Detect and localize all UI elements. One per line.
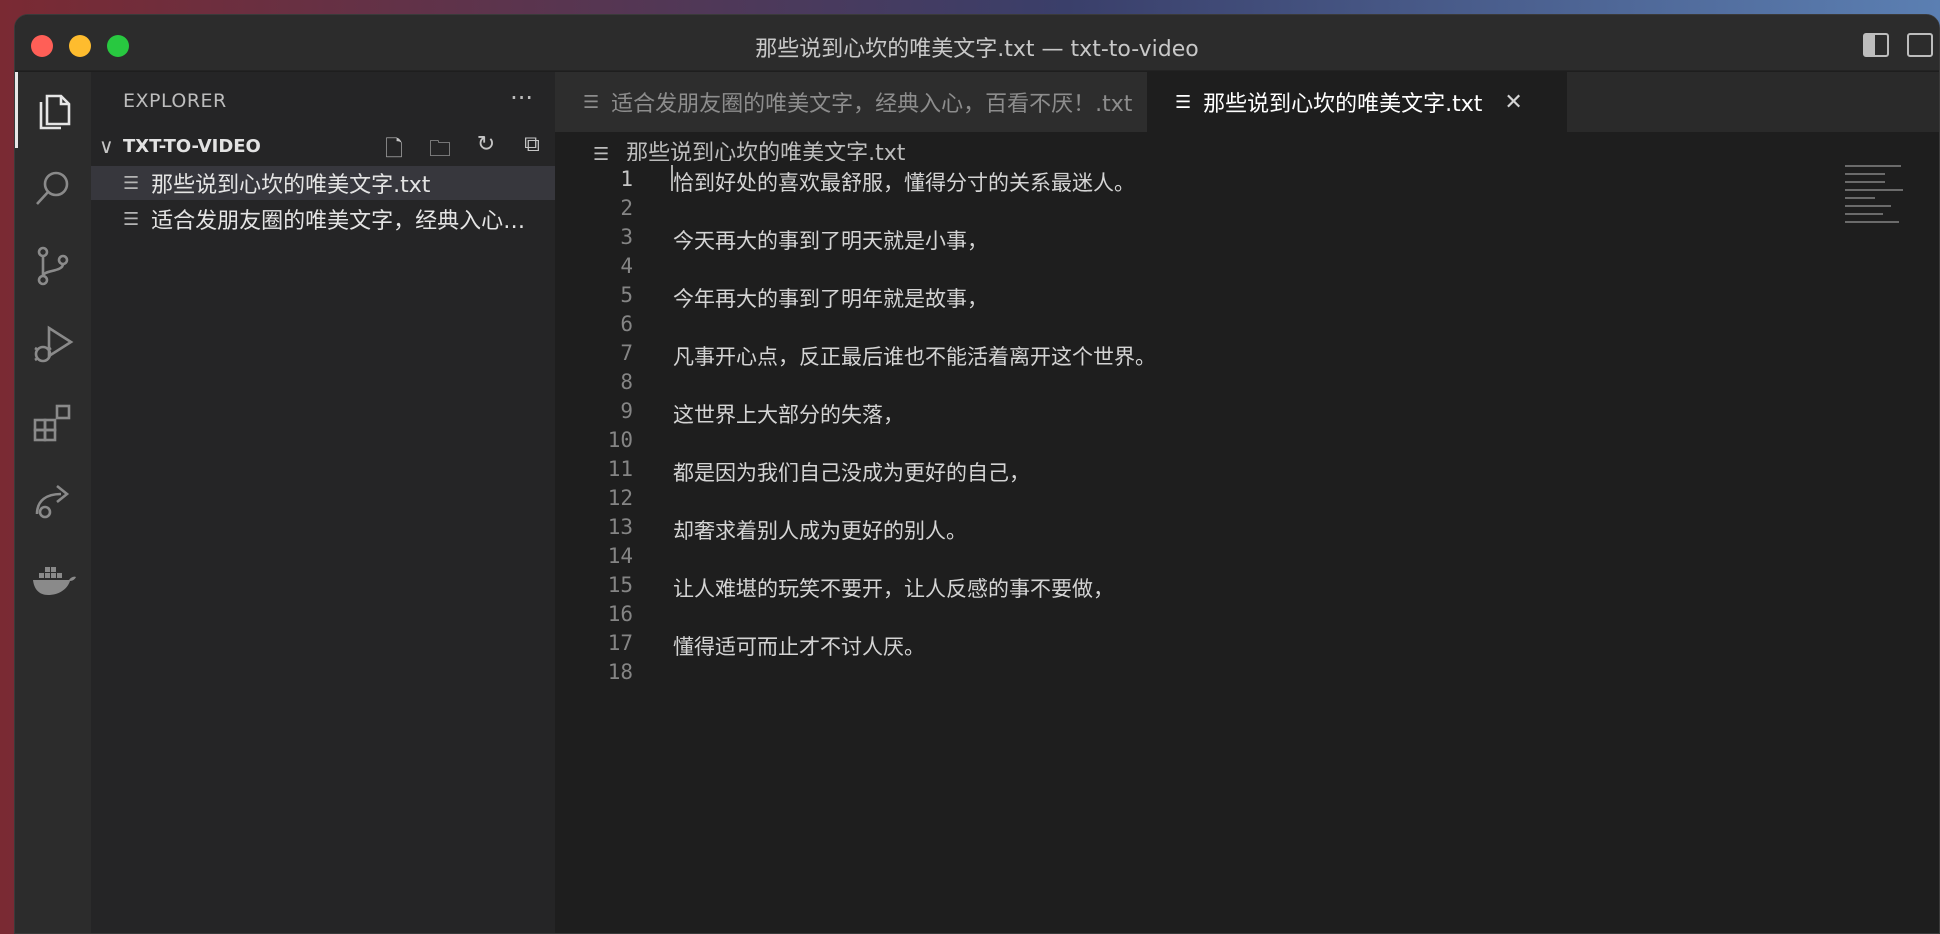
tab-label: 那些说到心坎的唯美文字.txt <box>1203 92 1483 117</box>
toggle-panel-icon[interactable] <box>1907 33 1933 57</box>
new-folder-icon[interactable]: 🗀 <box>425 132 455 170</box>
close-tab-icon[interactable]: ✕ <box>1504 90 1522 115</box>
explorer-sidebar: EXPLORER ··· ∨ TXT-TO-VIDEO 🗋 🗀 ↻ ⧉ ☰ 那些… <box>91 72 555 933</box>
line-number: 10 <box>607 428 633 452</box>
line-number: 17 <box>607 631 633 655</box>
code-line[interactable]: 恰到好处的喜欢最舒服，懂得分寸的关系最迷人。 <box>673 167 1135 197</box>
explorer-icon[interactable] <box>15 72 91 148</box>
collapse-all-icon[interactable]: ⧉ <box>517 132 547 170</box>
line-number: 9 <box>620 399 633 423</box>
line-number: 14 <box>607 544 633 568</box>
line-number: 16 <box>607 602 633 626</box>
refresh-icon[interactable]: ↻ <box>471 132 501 170</box>
code-line[interactable]: 今年再大的事到了明年就是故事， <box>673 283 988 313</box>
line-number: 7 <box>620 341 633 365</box>
line-number: 4 <box>620 254 633 278</box>
folder-actions: 🗋 🗀 ↻ ⧉ <box>379 132 547 170</box>
vscode-window: 那些说到心坎的唯美文字.txt — txt-to-video EXPLORER … <box>14 14 1940 934</box>
text-file-icon: ☰ <box>123 208 140 230</box>
title-bar: 那些说到心坎的唯美文字.txt — txt-to-video <box>15 15 1939 71</box>
line-number: 1 <box>620 167 633 191</box>
text-cursor <box>671 165 673 191</box>
file-label: 那些说到心坎的唯美文字.txt <box>151 173 431 198</box>
line-number: 13 <box>607 515 633 539</box>
line-number: 2 <box>620 196 633 220</box>
tab-file-active[interactable]: ☰ 那些说到心坎的唯美文字.txt ✕ <box>1147 72 1567 132</box>
new-file-icon[interactable]: 🗋 <box>379 132 409 170</box>
source-control-icon[interactable] <box>15 228 91 304</box>
code-line[interactable]: 让人难堪的玩笑不要开，让人反感的事不要做， <box>673 573 1114 603</box>
code-line[interactable]: 却奢求着别人成为更好的别人。 <box>673 515 967 545</box>
toggle-sidebar-icon[interactable] <box>1863 33 1889 57</box>
explorer-header: EXPLORER <box>123 90 227 112</box>
file-item[interactable]: ☰ 那些说到心坎的唯美文字.txt <box>91 166 555 200</box>
extensions-icon[interactable] <box>15 384 91 460</box>
folder-name: TXT-TO-VIDEO <box>123 136 261 157</box>
tab-file[interactable]: ☰ 适合发朋友圈的唯美文字，经典入心，百看不厌！.txt <box>555 72 1147 132</box>
code-line[interactable]: 今天再大的事到了明天就是小事， <box>673 225 988 255</box>
code-line[interactable]: 都是因为我们自己没成为更好的自己， <box>673 457 1030 487</box>
line-number: 15 <box>607 573 633 597</box>
code-line[interactable]: 这世界上大部分的失落， <box>673 399 904 429</box>
search-icon[interactable] <box>15 150 91 226</box>
line-number: 11 <box>607 457 633 481</box>
code-line[interactable]: 凡事开心点，反正最后谁也不能活着离开这个世界。 <box>673 341 1156 371</box>
file-item[interactable]: ☰ 适合发朋友圈的唯美文字，经典入心，百看不厌！.txt <box>91 202 555 236</box>
tab-label: 适合发朋友圈的唯美文字，经典入心，百看不厌！.txt <box>611 92 1133 117</box>
line-number: 18 <box>607 660 633 684</box>
line-number: 5 <box>620 283 633 307</box>
remote-live-share-icon[interactable] <box>15 462 91 538</box>
line-number: 8 <box>620 370 633 394</box>
line-number: 12 <box>607 486 633 510</box>
docker-icon[interactable] <box>15 540 91 616</box>
text-file-icon: ☰ <box>123 172 140 194</box>
tab-bar: ☰ 适合发朋友圈的唯美文字，经典入心，百看不厌！.txt ☰ 那些说到心坎的唯美… <box>555 72 1939 132</box>
activity-bar <box>15 72 91 933</box>
text-file-icon: ☰ <box>583 91 600 113</box>
folder-row[interactable]: ∨ TXT-TO-VIDEO 🗋 🗀 ↻ ⧉ <box>91 130 555 164</box>
line-number: 6 <box>620 312 633 336</box>
text-file-icon: ☰ <box>1175 91 1192 113</box>
chevron-down-icon[interactable]: ∨ <box>99 134 114 158</box>
run-debug-icon[interactable] <box>15 306 91 382</box>
minimap[interactable] <box>1845 161 1905 231</box>
more-actions-icon[interactable]: ··· <box>510 84 533 112</box>
line-number: 3 <box>620 225 633 249</box>
file-label: 适合发朋友圈的唯美文字，经典入心，百看不厌！.txt <box>151 209 548 234</box>
code-line[interactable]: 懂得适可而止才不讨人厌。 <box>673 631 925 661</box>
window-title: 那些说到心坎的唯美文字.txt — txt-to-video <box>755 37 1199 62</box>
editor[interactable]: 1 2 3 4 5 6 7 8 9 10 11 12 13 14 15 16 17 18 恰到好处的喜欢最舒服，懂… <box>555 161 1939 933</box>
